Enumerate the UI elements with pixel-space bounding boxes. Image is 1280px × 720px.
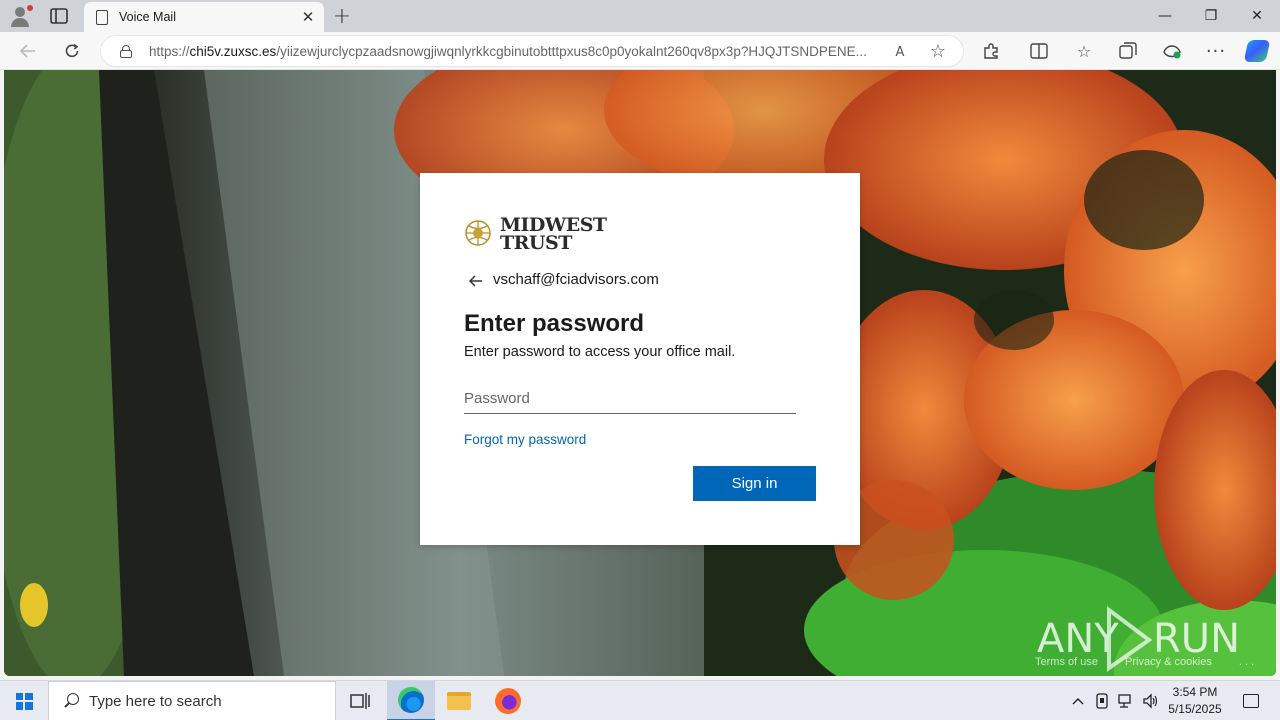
svg-text:ANY: ANY <box>1037 616 1119 662</box>
svg-text:RUN: RUN <box>1153 616 1237 662</box>
navigation-bar: https://chi5v.zuxsc.es/yiizewjurclycpzaa… <box>0 32 1280 70</box>
password-input[interactable] <box>464 384 796 414</box>
tab-actions-icon[interactable] <box>48 6 70 26</box>
collections-icon[interactable] <box>1114 37 1142 65</box>
file-explorer-taskbar-button[interactable] <box>435 681 483 720</box>
extensions-icon[interactable] <box>977 37 1005 65</box>
profile-icon[interactable] <box>8 4 34 28</box>
url-path: /yiizewjurclycpzaadsnowgjiwqnlyrkkcgbinu… <box>276 44 867 59</box>
taskbar-search-box[interactable]: Type here to search <box>48 681 336 720</box>
task-view-button[interactable] <box>336 681 384 720</box>
windows-logo-icon <box>15 692 33 710</box>
network-icon[interactable] <box>1114 681 1138 720</box>
account-email: vschaff@fciadvisors.com <box>493 271 659 288</box>
company-logo: MIDWEST TRUST <box>464 216 614 254</box>
edge-taskbar-button[interactable] <box>387 681 435 720</box>
browser-tab[interactable]: Voice Mail ✕ <box>84 2 324 32</box>
tab-title: Voice Mail <box>119 10 176 24</box>
notifications-button[interactable] <box>1236 681 1266 720</box>
back-button[interactable] <box>14 37 42 65</box>
system-tray <box>1066 681 1162 720</box>
restore-button[interactable]: ❐ <box>1188 0 1234 32</box>
clock-date: 5/15/2025 <box>1168 702 1222 716</box>
notification-icon <box>1243 694 1259 708</box>
back-arrow-icon[interactable] <box>466 272 486 290</box>
clock-time: 3:54 PM <box>1172 685 1218 699</box>
refresh-button[interactable] <box>58 37 86 65</box>
anyrun-watermark: ANY RUN <box>1037 606 1240 672</box>
show-hidden-icons-chevron-icon[interactable] <box>1066 681 1090 720</box>
address-bar[interactable]: https://chi5v.zuxsc.es/yiizewjurclycpzaa… <box>100 35 964 67</box>
task-view-icon <box>350 693 370 709</box>
logo-line-2: TRUST <box>500 232 572 254</box>
device-icon[interactable] <box>1090 681 1114 720</box>
url-host: chi5v.zuxsc.es <box>189 44 277 59</box>
copilot-icon[interactable] <box>1243 37 1271 65</box>
search-placeholder: Type here to search <box>89 692 222 710</box>
globe-logo-icon <box>465 220 491 246</box>
favorite-star-icon[interactable]: ☆ <box>927 40 949 62</box>
url-scheme: https:// <box>149 44 190 59</box>
page-subtitle: Enter password to access your office mai… <box>464 344 736 360</box>
close-tab-icon[interactable]: ✕ <box>298 7 318 27</box>
volume-icon[interactable] <box>1138 681 1162 720</box>
sign-in-button[interactable]: Sign in <box>693 466 816 501</box>
anyrun-logo-icon: ANY RUN <box>1037 606 1240 672</box>
folder-icon <box>447 692 471 710</box>
login-card: MIDWEST TRUST vschaff@fciadvisors.com En… <box>420 173 860 545</box>
page-viewport: MIDWEST TRUST vschaff@fciadvisors.com En… <box>4 70 1276 676</box>
performance-icon[interactable] <box>1158 37 1186 65</box>
close-window-button[interactable]: ✕ <box>1234 0 1280 32</box>
edge-icon <box>398 687 424 713</box>
read-aloud-icon[interactable]: A <box>889 41 911 63</box>
split-screen-icon[interactable] <box>1025 37 1053 65</box>
browser-tab-bar: Voice Mail ✕ + — ❐ ✕ <box>0 0 1280 32</box>
forgot-password-link[interactable]: Forgot my password <box>464 432 586 447</box>
start-button[interactable] <box>0 681 48 720</box>
firefox-icon <box>495 688 521 714</box>
new-tab-button[interactable]: + <box>330 4 354 29</box>
more-options-icon[interactable]: ··· <box>1202 37 1230 65</box>
favorites-icon[interactable]: ☆ <box>1070 37 1098 65</box>
document-icon <box>96 9 108 25</box>
windows-taskbar: Type here to search 3:54 PM 5/15/2025 <box>0 680 1280 720</box>
minimize-button[interactable]: — <box>1142 0 1188 32</box>
url-text[interactable]: https://chi5v.zuxsc.es/yiizewjurclycpzaa… <box>149 44 874 59</box>
firefox-taskbar-button[interactable] <box>484 681 532 720</box>
search-icon <box>63 692 81 710</box>
lock-icon[interactable] <box>120 45 132 58</box>
system-clock[interactable]: 3:54 PM 5/15/2025 <box>1160 684 1230 718</box>
more-footer-link[interactable]: . . . <box>1239 656 1254 668</box>
page-title: Enter password <box>464 310 645 337</box>
